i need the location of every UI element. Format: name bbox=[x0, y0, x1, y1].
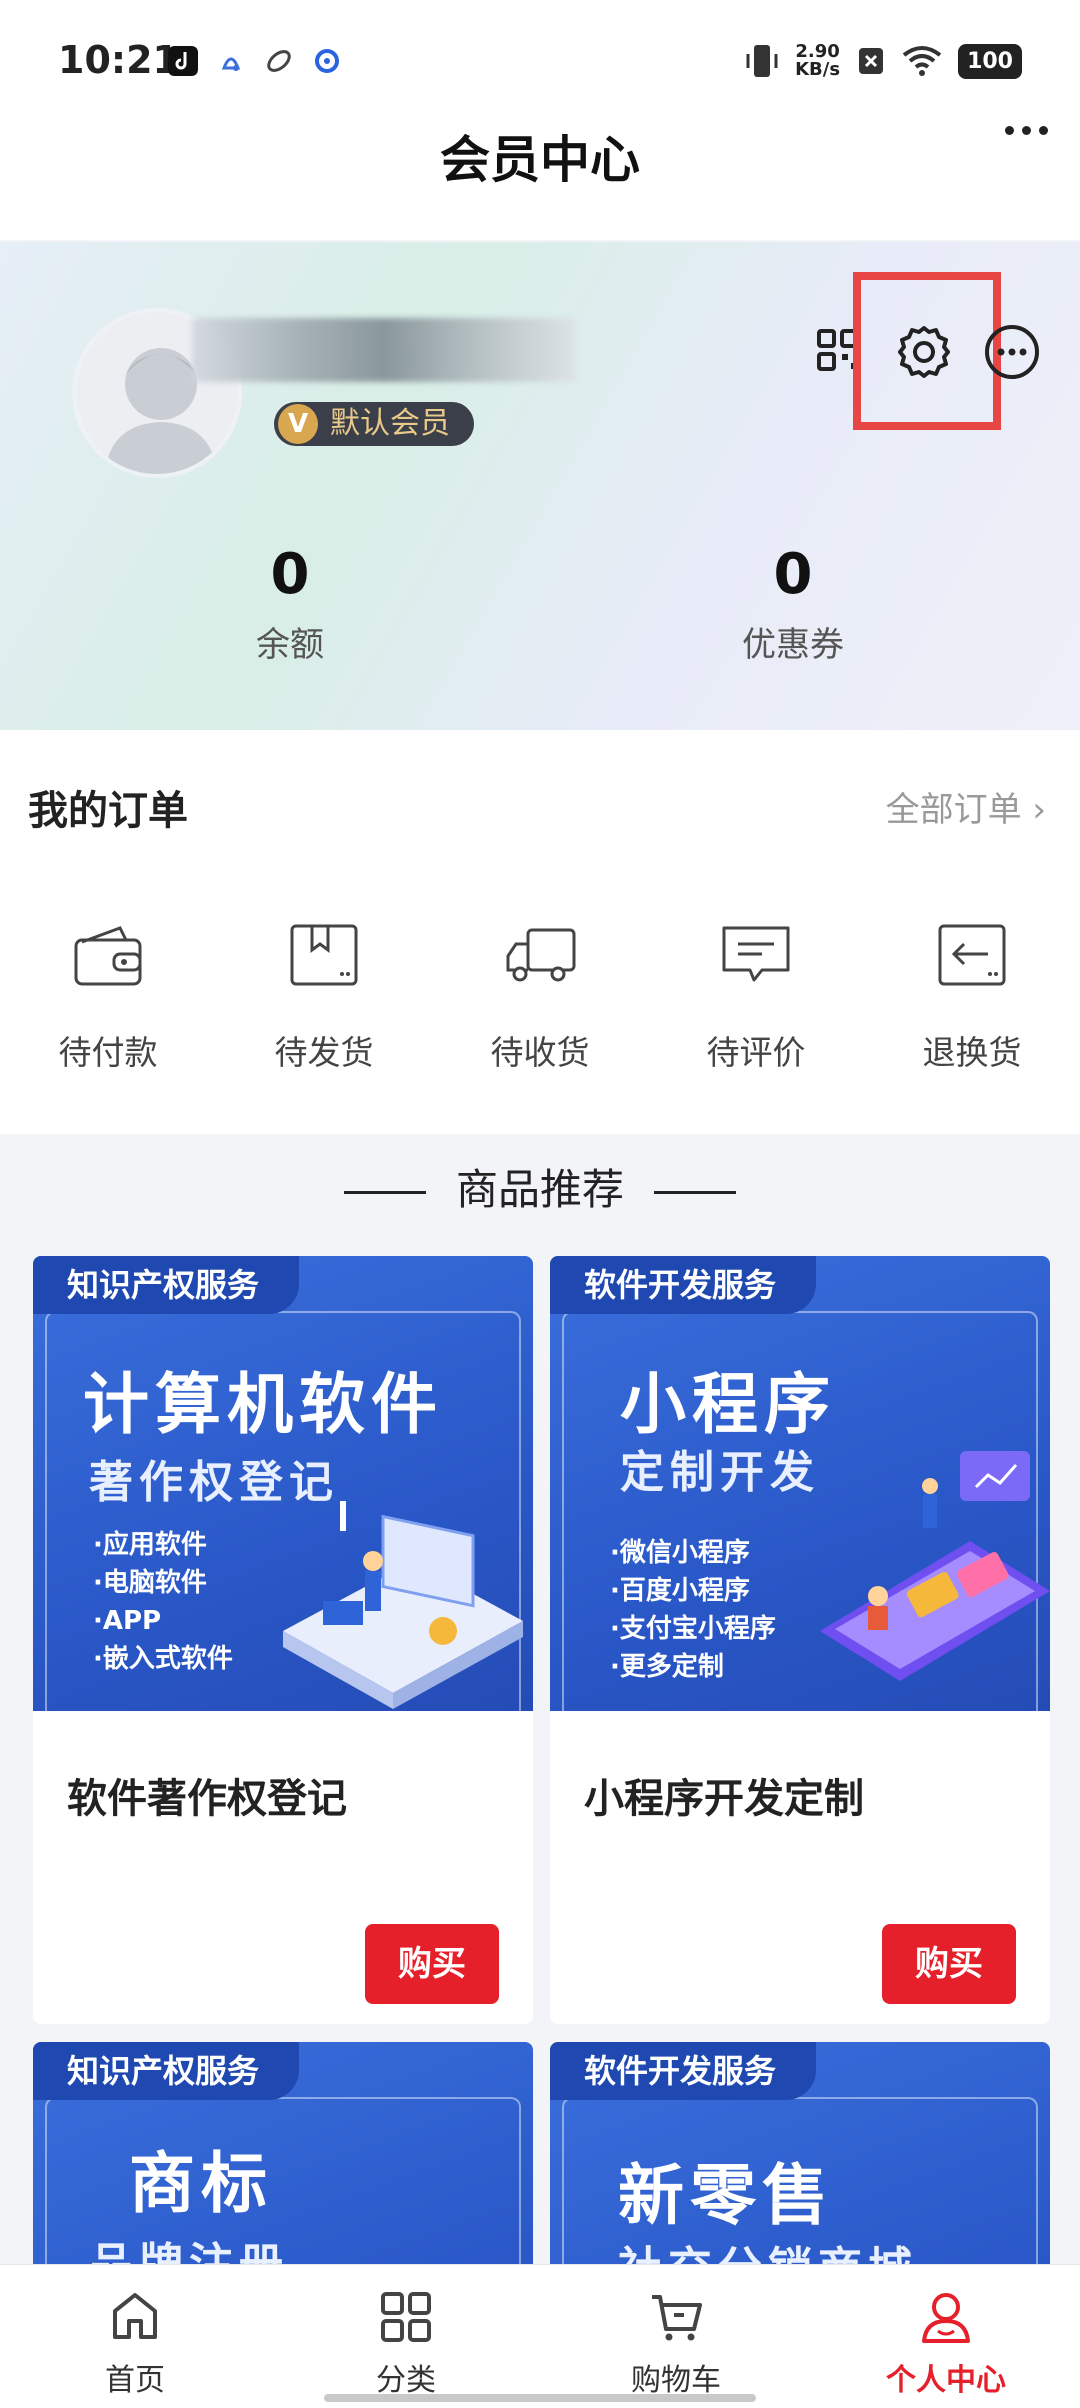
coupon-stat[interactable]: 0 优惠券 bbox=[643, 542, 943, 666]
dot-icon bbox=[1039, 126, 1048, 135]
banner-bullet: ·更多定制 bbox=[610, 1652, 724, 1682]
highlight-box bbox=[853, 272, 1001, 430]
tab-category-label: 分类 bbox=[376, 2363, 436, 2398]
product-banner: 软件开发服务 小程序 定制开发 ·微信小程序 ·百度小程序 ·支付宝小程序 ·更… bbox=[550, 1256, 1050, 1711]
coupon-label: 优惠券 bbox=[742, 625, 844, 665]
banner-tag: 软件开发服务 bbox=[550, 2042, 817, 2100]
more-circle-icon[interactable] bbox=[984, 324, 1040, 380]
product-name: 软件著作权登记 bbox=[67, 1776, 347, 1822]
recommend-title: 商品推荐 bbox=[0, 1156, 1080, 1217]
order-return-exchange-label: 退换货 bbox=[922, 1033, 1022, 1072]
network-speed: 2.90 KB/s bbox=[795, 43, 840, 79]
battery-indicator: 100 bbox=[958, 43, 1022, 79]
balance-value: 0 bbox=[270, 542, 310, 607]
wifi-icon bbox=[902, 46, 942, 76]
cart-icon bbox=[652, 2295, 702, 2341]
banner-bullet: ·应用软件 bbox=[93, 1530, 207, 1560]
wallet-icon bbox=[74, 926, 142, 986]
page-title: 会员中心 bbox=[440, 131, 640, 189]
balance-label: 余额 bbox=[256, 625, 324, 665]
home-icon bbox=[113, 2293, 157, 2339]
order-pending-receipt[interactable]: 待收货 bbox=[432, 920, 648, 1074]
profile-section: V 默认会员 0 余额 0 优惠券 bbox=[0, 242, 1080, 730]
banner-bullets: ·微信小程序 ·百度小程序 ·支付宝小程序 ·更多定制 bbox=[610, 1534, 776, 1686]
coupon-value: 0 bbox=[773, 542, 813, 607]
banner-tag: 知识产权服务 bbox=[33, 2042, 300, 2100]
banner-bullet: ·APP bbox=[93, 1606, 162, 1636]
buy-button[interactable]: 购买 bbox=[365, 1924, 499, 2004]
banner-bullet: ·支付宝小程序 bbox=[610, 1614, 776, 1644]
order-return-exchange[interactable]: 退换货 bbox=[864, 920, 1080, 1074]
banner-title: 新零售 bbox=[618, 2157, 834, 2234]
return-icon bbox=[938, 924, 1006, 986]
order-pending-shipment[interactable]: 待发货 bbox=[216, 920, 432, 1074]
order-pending-payment[interactable]: 待付款 bbox=[0, 920, 216, 1074]
title-divider-right bbox=[654, 1191, 736, 1194]
tab-cart[interactable]: 购物车 bbox=[576, 2289, 776, 2399]
tab-home[interactable]: 首页 bbox=[35, 2289, 235, 2399]
sim-off-icon bbox=[859, 48, 884, 74]
net-speed-unit: KB/s bbox=[795, 59, 841, 80]
tab-profile[interactable]: 个人中心 bbox=[846, 2289, 1046, 2399]
my-orders-card: 我的订单 全部订单 › 待付款 待发货 待收货 待评价 退换货 bbox=[0, 730, 1080, 1134]
vibrate-icon bbox=[746, 45, 778, 77]
vip-icon: V bbox=[278, 404, 318, 444]
banner-bullet: ·百度小程序 bbox=[610, 1576, 750, 1606]
tab-profile-label: 个人中心 bbox=[886, 2363, 1006, 2398]
banner-tag: 软件开发服务 bbox=[550, 1256, 817, 1314]
banner-bullet: ·电脑软件 bbox=[93, 1568, 207, 1598]
truck-icon bbox=[506, 928, 576, 982]
dot-icon bbox=[1022, 126, 1031, 135]
package-icon bbox=[290, 924, 358, 986]
order-pending-review-label: 待评价 bbox=[706, 1033, 806, 1072]
order-pending-payment-label: 待付款 bbox=[58, 1033, 158, 1072]
product-card-new-retail[interactable]: 软件开发服务 新零售 社交分销商城 bbox=[550, 2042, 1050, 2282]
status-time: 10:21 bbox=[58, 38, 179, 82]
title-divider-left bbox=[343, 1191, 426, 1194]
home-indicator[interactable] bbox=[324, 2394, 756, 2402]
order-pending-review[interactable]: 待评价 bbox=[648, 920, 864, 1074]
recommend-title-text: 商品推荐 bbox=[455, 1165, 624, 1214]
member-level-label: 默认会员 bbox=[330, 406, 450, 441]
product-card-trademark[interactable]: 知识产权服务 商标 品牌注册 bbox=[33, 2042, 533, 2282]
buy-button[interactable]: 购买 bbox=[882, 1924, 1016, 2004]
order-pending-shipment-label: 待发货 bbox=[274, 1033, 374, 1072]
product-banner: 知识产权服务 商标 品牌注册 bbox=[33, 2042, 533, 2282]
product-banner: 知识产权服务 计算机软件 著作权登记 ·应用软件 ·电脑软件 ·APP ·嵌入式… bbox=[33, 1256, 533, 1711]
tab-home-label: 首页 bbox=[105, 2363, 165, 2398]
dot-icon bbox=[1005, 126, 1014, 135]
more-menu-button[interactable] bbox=[1005, 126, 1048, 135]
isometric-illustration-icon bbox=[283, 1501, 523, 1709]
app-header: 会员中心 bbox=[0, 100, 1080, 240]
tab-category[interactable]: 分类 bbox=[306, 2289, 506, 2399]
member-level-badge[interactable]: V 默认会员 bbox=[274, 402, 474, 446]
tiktok-icon bbox=[168, 46, 198, 76]
banner-bullets: ·应用软件 ·电脑软件 ·APP ·嵌入式软件 bbox=[93, 1526, 233, 1678]
balance-stat[interactable]: 0 余额 bbox=[140, 542, 440, 666]
banner-tag: 知识产权服务 bbox=[33, 1256, 300, 1314]
orders-title: 我的订单 bbox=[28, 788, 188, 834]
banner-bullet: ·微信小程序 bbox=[610, 1538, 750, 1568]
product-card-miniprogram-dev[interactable]: 软件开发服务 小程序 定制开发 ·微信小程序 ·百度小程序 ·支付宝小程序 ·更… bbox=[550, 1256, 1050, 2024]
browser-app-icon bbox=[315, 49, 339, 73]
all-orders-link[interactable]: 全部订单 › bbox=[886, 782, 1046, 831]
leaf-app-icon bbox=[267, 50, 291, 72]
banner-bullet: ·嵌入式软件 bbox=[93, 1644, 233, 1674]
comment-icon bbox=[722, 926, 790, 982]
product-banner: 软件开发服务 新零售 社交分销商城 bbox=[550, 2042, 1050, 2282]
category-grid-icon bbox=[381, 2292, 431, 2342]
user-icon bbox=[922, 2293, 970, 2343]
phone-illustration-icon bbox=[820, 1451, 1050, 1681]
username-blurred bbox=[192, 318, 576, 382]
product-card-software-copyright[interactable]: 知识产权服务 计算机软件 著作权登记 ·应用软件 ·电脑软件 ·APP ·嵌入式… bbox=[33, 1256, 533, 2024]
bottom-tab-bar: 首页 分类 购物车 个人中心 bbox=[0, 2264, 1080, 2408]
order-pending-receipt-label: 待收货 bbox=[490, 1033, 590, 1072]
notification-icons bbox=[168, 46, 342, 76]
product-name: 小程序开发定制 bbox=[584, 1776, 864, 1822]
tab-cart-label: 购物车 bbox=[631, 2363, 721, 2398]
banner-title: 商标 bbox=[129, 2145, 273, 2222]
status-right: 2.90 KB/s 100 bbox=[745, 42, 1022, 80]
app-notification-icon bbox=[221, 57, 241, 71]
